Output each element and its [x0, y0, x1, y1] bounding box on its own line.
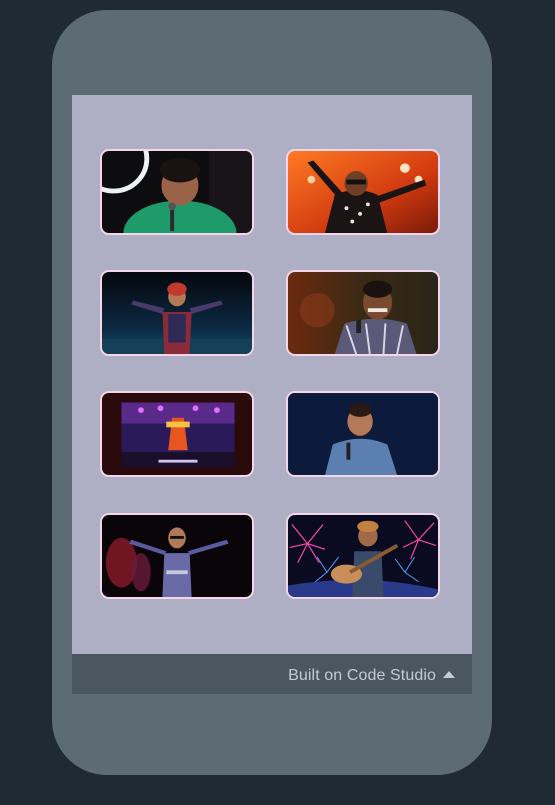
- gallery-item-3[interactable]: [100, 270, 254, 356]
- gallery-item-7[interactable]: [100, 513, 254, 599]
- gallery-item-8[interactable]: [286, 513, 440, 599]
- performer-4-image: [288, 272, 438, 354]
- performer-2-image: [288, 151, 438, 233]
- image-gallery: [72, 95, 472, 654]
- footer-bar: Built on Code Studio: [72, 654, 472, 694]
- performer-8-image: [288, 515, 438, 597]
- caret-up-icon: [443, 671, 455, 678]
- performer-7-image: [102, 515, 252, 597]
- performer-6-image: [288, 393, 438, 475]
- gallery-item-2[interactable]: [286, 149, 440, 235]
- gallery-item-1[interactable]: [100, 149, 254, 235]
- gallery-item-6[interactable]: [286, 391, 440, 477]
- built-on-label: Built on Code Studio: [288, 667, 436, 684]
- gallery-item-5[interactable]: [100, 391, 254, 477]
- performer-3-image: [102, 272, 252, 354]
- performer-5-image: [102, 393, 252, 475]
- app-screen: [72, 95, 472, 654]
- gallery-item-4[interactable]: [286, 270, 440, 356]
- built-on-link[interactable]: Built on Code Studio: [288, 667, 455, 685]
- performer-1-image: [102, 151, 252, 233]
